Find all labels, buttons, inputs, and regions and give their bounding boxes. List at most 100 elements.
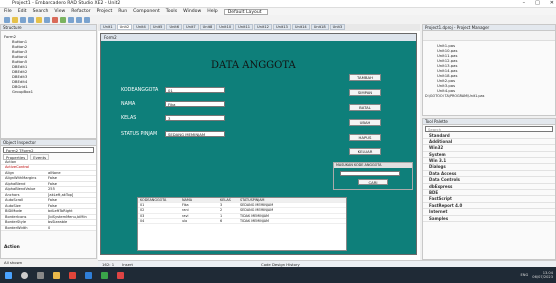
- status-bar: 162: 1 Insert Code Design History: [98, 260, 556, 267]
- windows-start-icon[interactable]: [5, 271, 12, 279]
- tab-unit11[interactable]: Unit11: [235, 24, 254, 30]
- kodeanggota-field[interactable]: 01: [165, 87, 225, 93]
- tab-unit8[interactable]: Unit8: [199, 24, 216, 30]
- tab-unit4[interactable]: Unit4: [133, 24, 149, 30]
- insert-mode: Insert: [122, 261, 134, 267]
- clock-date[interactable]: 06/07/2023: [532, 275, 553, 280]
- rad-studio-icon[interactable]: [69, 271, 76, 279]
- word-icon[interactable]: [85, 271, 92, 279]
- add-file-icon[interactable]: [44, 16, 50, 23]
- app-icon[interactable]: [117, 271, 124, 279]
- menu-file[interactable]: File: [4, 9, 12, 14]
- tool-palette-title: Tool Palette: [423, 119, 555, 125]
- tree-item[interactable]: GroupBox1: [4, 89, 96, 94]
- remove-file-icon[interactable]: [52, 16, 58, 23]
- open-icon[interactable]: [12, 16, 18, 23]
- project-path: D:\GOTOOI TA\PROGRAM\Unit1.pas: [425, 94, 485, 98]
- open-project-icon[interactable]: [36, 16, 42, 23]
- cari-button[interactable]: CARI: [358, 179, 388, 185]
- trace-into-icon[interactable]: [84, 16, 90, 23]
- tab-unit10[interactable]: Unit10: [216, 24, 235, 30]
- label-kelas: KELAS: [121, 116, 137, 121]
- menu-window[interactable]: Window: [183, 9, 201, 14]
- simpan-button[interactable]: SIMPAN: [349, 89, 381, 96]
- object-inspector: Object Inspector Form2 TForm2 Properties…: [0, 139, 97, 265]
- tab-unit6[interactable]: Unit6: [166, 24, 183, 30]
- menu-refactor[interactable]: Refactor: [71, 9, 90, 14]
- table-row[interactable]: 04 ulo 6 TIDAK MEMINJAM: [138, 219, 346, 224]
- editor-tabs: Unit1 Unit2 Unit4 Unit5 Unit6 Unit7 Unit…: [98, 24, 420, 31]
- property-row[interactable]: BorderWidth 0: [1, 226, 96, 231]
- tab-unit5[interactable]: Unit5: [149, 24, 166, 30]
- tab-unit18[interactable]: Unit18: [310, 24, 329, 30]
- tab-unit2[interactable]: Unit2: [116, 24, 133, 30]
- menu-search[interactable]: Search: [33, 9, 49, 14]
- maximize-button[interactable]: □: [535, 0, 540, 8]
- run-icon[interactable]: [60, 16, 66, 23]
- system-tray: ENG 13.04 06/07/2023: [521, 267, 553, 283]
- menu-project[interactable]: Project: [97, 9, 113, 14]
- form-caption: Form2: [101, 34, 416, 41]
- palette-search-input[interactable]: Search: [425, 126, 553, 132]
- close-button[interactable]: ✕: [550, 0, 554, 8]
- keluar-button[interactable]: KELUAR: [349, 148, 381, 155]
- tab-unit14[interactable]: Unit14: [291, 24, 310, 30]
- inspector-action-label: Action: [4, 245, 20, 250]
- search-icon[interactable]: [21, 271, 28, 279]
- batal-button[interactable]: BATAL: [349, 104, 381, 111]
- menu-bar: File Edit Search View Refactor Project R…: [0, 8, 556, 15]
- label-nama: NAMA: [121, 102, 136, 107]
- language-indicator[interactable]: ENG: [521, 273, 529, 277]
- save-icon[interactable]: [20, 16, 26, 23]
- form-heading: DATA ANGGOTA: [211, 60, 296, 71]
- property-list: Action ActiveControl Align alNone AlignWi…: [1, 159, 96, 231]
- cursor-position: 162: 1: [102, 261, 115, 267]
- search-code-input[interactable]: [340, 171, 400, 176]
- chrome-icon[interactable]: [101, 271, 108, 279]
- task-view-icon[interactable]: [37, 271, 44, 279]
- inspector-title: Object Inspector: [1, 140, 96, 146]
- project-toolbar: [423, 31, 555, 41]
- window-title: Project1 - Embarcadero RAD Studio XE2 - …: [12, 1, 121, 6]
- project-manager: Project1.dproj - Project Manager Unit1.p…: [422, 24, 556, 116]
- toolbar: [0, 15, 556, 24]
- tab-unit1[interactable]: Unit1: [100, 24, 116, 30]
- form-window[interactable]: Form2 DATA ANGGOTA KODEANGGOTA NAMA KELA…: [100, 33, 417, 255]
- minimize-button[interactable]: –: [523, 0, 526, 8]
- menu-help[interactable]: Help: [207, 9, 217, 14]
- inspector-show-filter[interactable]: All shown: [1, 260, 96, 265]
- object-selector[interactable]: Form2 TForm2: [3, 147, 94, 153]
- view-tabs[interactable]: Code Design History: [261, 262, 300, 267]
- layout-select[interactable]: Default Layout: [223, 8, 268, 15]
- tool-palette: Tool Palette Search Standard Additional …: [422, 118, 556, 260]
- menu-component[interactable]: Component: [133, 9, 160, 14]
- hapus-button[interactable]: HAPUS: [349, 134, 381, 141]
- pause-icon[interactable]: [68, 16, 74, 23]
- file-explorer-icon[interactable]: [53, 271, 60, 279]
- form-designer: Form2 DATA ANGGOTA KODEANGGOTA NAMA KELA…: [98, 31, 420, 260]
- tab-unit13[interactable]: Unit13: [272, 24, 291, 30]
- menu-run[interactable]: Run: [118, 9, 127, 14]
- label-kodeanggota: KODEANGGOTA: [121, 88, 159, 93]
- tambah-button[interactable]: TAMBAH: [349, 74, 381, 81]
- menu-edit[interactable]: Edit: [18, 9, 27, 14]
- nama-field[interactable]: Fika: [165, 101, 225, 107]
- tab-unit12[interactable]: Unit12: [254, 24, 272, 30]
- ubah-button[interactable]: UBAH: [349, 119, 381, 126]
- data-grid[interactable]: KODEANGGOTA NAMA KELAS STATUSPINJAM 01 Fika 3…: [137, 197, 347, 251]
- menu-view[interactable]: View: [54, 9, 65, 14]
- kelas-field[interactable]: 3: [165, 115, 225, 121]
- project-file[interactable]: Unit4.pas: [437, 88, 555, 93]
- tab-unit7[interactable]: Unit7: [183, 24, 199, 30]
- title-bar: Project1 - Embarcadero RAD Studio XE2 - …: [0, 0, 556, 8]
- tab-unit3[interactable]: Unit3: [329, 24, 346, 30]
- search-label: MASUKAN KODE ANGGOTA: [334, 163, 412, 168]
- status-pinjam-field[interactable]: SEDANG MEMINJAM: [165, 131, 225, 137]
- save-all-icon[interactable]: [28, 16, 34, 23]
- step-over-icon[interactable]: [76, 16, 82, 23]
- menu-tools[interactable]: Tools: [166, 9, 177, 14]
- new-icon[interactable]: [4, 16, 10, 23]
- taskbar: [0, 267, 556, 283]
- right-panels: Project1.dproj - Project Manager Unit1.p…: [422, 24, 556, 260]
- palette-category[interactable]: Samples: [423, 216, 555, 222]
